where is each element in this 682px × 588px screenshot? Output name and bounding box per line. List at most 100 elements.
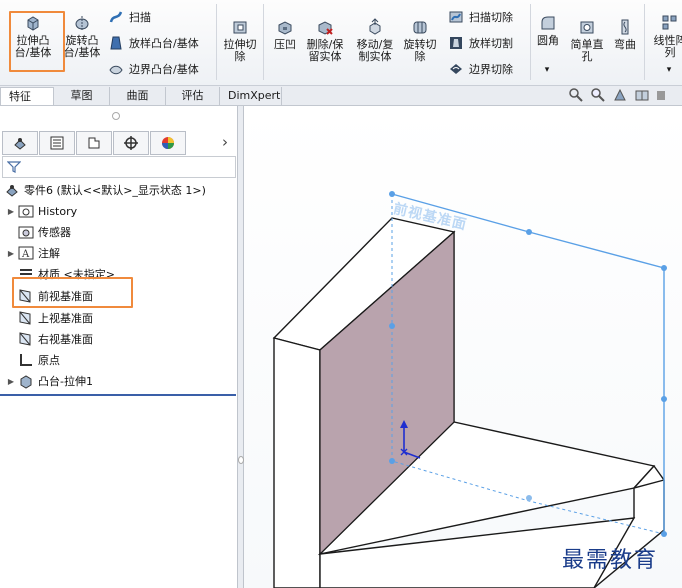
fillet-dropdown[interactable]: ▾ xyxy=(539,64,555,76)
tab-feature-manager[interactable] xyxy=(2,131,38,155)
tree-item-annotations[interactable]: ▶ A 注解 xyxy=(6,243,60,263)
tree-root-label: 零件6 (默认<<默认>_显示状态 1>) xyxy=(24,184,206,197)
revolve-boss-icon xyxy=(75,16,89,31)
tree-item-label: 右视基准面 xyxy=(38,333,93,346)
extrude-feature-icon xyxy=(20,375,32,389)
tab-evaluate[interactable]: 评估 xyxy=(166,87,220,105)
extrude-cut-button[interactable]: 拉伸切 除 xyxy=(220,18,260,63)
previous-view-icon[interactable] xyxy=(612,87,628,103)
panel-grip-icon[interactable] xyxy=(112,112,120,120)
tree-item-sensors[interactable]: 传感器 xyxy=(6,222,71,242)
tab-display-manager[interactable] xyxy=(150,131,186,155)
plane-handle[interactable] xyxy=(526,495,532,501)
linear-pattern-button[interactable]: 线性阵 列 xyxy=(650,14,682,59)
configuration-icon xyxy=(88,137,100,149)
boundary-boss-label: 边界凸台/基体 xyxy=(129,63,199,76)
tree-item-label: History xyxy=(38,204,78,218)
sweep-cut-icon xyxy=(449,11,463,23)
plane-handle[interactable] xyxy=(389,191,395,197)
simple-hole-label: 简单直 孔 xyxy=(570,38,604,63)
flex-icon xyxy=(621,19,629,35)
view-toolbar xyxy=(568,87,666,103)
tab-label: 草图 xyxy=(70,89,93,102)
part-icon xyxy=(6,185,18,197)
extrude-boss-highlight xyxy=(9,11,65,72)
boundary-cut-label: 边界切除 xyxy=(469,63,513,76)
tree-item-top-plane[interactable]: 上视基准面 xyxy=(6,308,93,328)
move-copy-body-button[interactable]: 移动/复 制实体 xyxy=(352,18,398,63)
sweep-cut-button[interactable]: 扫描切除 xyxy=(448,9,513,25)
plane-handle[interactable] xyxy=(526,229,532,235)
svg-text:A: A xyxy=(21,249,30,260)
boundary-boss-button[interactable]: 边界凸台/基体 xyxy=(108,61,199,77)
expand-arrow-icon[interactable]: ▶ xyxy=(6,377,16,386)
graphics-area[interactable]: 前视基准面 最需教育 xyxy=(244,106,682,588)
flex-button[interactable]: 弯曲 xyxy=(610,18,640,51)
move-copy-icon xyxy=(369,18,381,35)
indent-button[interactable]: 压凹 xyxy=(268,18,302,51)
chevron-down-icon: ▾ xyxy=(666,65,672,75)
extrude-cut-label: 拉伸切 除 xyxy=(223,38,257,63)
tree-item-right-plane[interactable]: 右视基准面 xyxy=(6,329,93,349)
front-plane-highlight xyxy=(12,277,133,308)
tree-root-part[interactable]: 零件6 (默认<<默认>_显示状态 1>) xyxy=(4,180,206,200)
hole-icon xyxy=(580,21,594,34)
feature-tree-icon xyxy=(14,138,26,150)
tab-features[interactable]: 特征 xyxy=(0,87,54,105)
indent-icon xyxy=(278,21,292,35)
simple-hole-button[interactable]: 简单直 孔 xyxy=(566,18,608,63)
tab-configuration-manager[interactable] xyxy=(76,131,112,155)
plane-handle[interactable] xyxy=(661,265,667,271)
crosshair-icon xyxy=(124,136,138,150)
annotation-icon: A xyxy=(18,246,34,260)
revolve-boss-button[interactable]: 旋转凸 台/基体 xyxy=(60,14,104,59)
tree-item-label: 凸台-拉伸1 xyxy=(38,375,93,388)
sensor-icon xyxy=(18,226,34,239)
expand-arrow-icon[interactable]: ▶ xyxy=(6,249,16,258)
boundary-cut-button[interactable]: 边界切除 xyxy=(448,61,513,77)
tree-item-origin[interactable]: 原点 xyxy=(6,350,60,370)
panel-more-arrow[interactable]: › xyxy=(222,133,228,151)
tab-dimxpert-manager[interactable] xyxy=(113,131,149,155)
model-view[interactable] xyxy=(244,106,682,588)
loft-boss-button[interactable]: 放样凸台/基体 xyxy=(108,35,199,51)
feature-ribbon: 拉伸凸 台/基体 旋转凸 台/基体 扫描 放样凸台/基体 边界凸台/基体 拉伸切… xyxy=(0,0,682,86)
expand-arrow-icon[interactable]: ▶ xyxy=(6,207,16,216)
tab-sketch[interactable]: 草图 xyxy=(54,87,110,105)
plane-handle[interactable] xyxy=(389,323,395,329)
view-orientation-icon[interactable] xyxy=(656,87,666,103)
ribbon-separator xyxy=(530,4,531,80)
plane-handle[interactable] xyxy=(389,458,395,464)
tab-label: 评估 xyxy=(181,89,204,102)
loft-boss-icon xyxy=(110,36,122,50)
section-view-icon[interactable] xyxy=(634,87,650,103)
tree-item-boss-extrude[interactable]: ▶ 凸台-拉伸1 xyxy=(6,371,93,391)
zoom-to-fit-icon[interactable] xyxy=(568,87,584,103)
flex-label: 弯曲 xyxy=(614,38,636,51)
fillet-button[interactable]: 圆角 xyxy=(534,14,562,47)
sweep-label: 扫描 xyxy=(129,11,151,24)
plane-handle[interactable] xyxy=(661,396,667,402)
ribbon-separator xyxy=(644,4,645,80)
loft-cut-button[interactable]: 放样切割 xyxy=(448,35,513,51)
zoom-to-area-icon[interactable] xyxy=(590,87,606,103)
delete-keep-body-button[interactable]: 删除/保 留实体 xyxy=(302,18,348,63)
tab-property-manager[interactable] xyxy=(39,131,75,155)
watermark: 最需教育 xyxy=(562,548,659,573)
property-list-icon xyxy=(50,136,64,150)
boundary-cut-icon xyxy=(450,64,462,74)
tree-filter-bar[interactable] xyxy=(2,156,236,178)
sweep-button[interactable]: 扫描 xyxy=(108,9,151,25)
pattern-dropdown[interactable]: ▾ xyxy=(662,64,676,76)
linear-pattern-icon xyxy=(662,15,677,30)
linear-pattern-label: 线性阵 列 xyxy=(653,34,682,59)
tree-item-history[interactable]: ▶ History xyxy=(6,201,77,221)
revolve-cut-button[interactable]: 旋转切 除 xyxy=(400,18,440,63)
plane-handle[interactable] xyxy=(661,531,667,537)
tab-surfaces[interactable]: 曲面 xyxy=(110,87,166,105)
filter-icon xyxy=(7,161,21,173)
rollback-bar[interactable] xyxy=(0,394,236,396)
tab-dimxpert[interactable]: DimXpert xyxy=(220,87,282,105)
sweep-icon xyxy=(109,11,123,23)
fillet-icon xyxy=(541,16,555,30)
